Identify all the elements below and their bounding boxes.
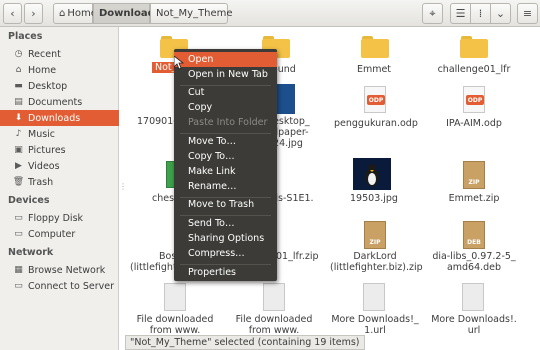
places-heading: Places bbox=[8, 31, 43, 42]
sidebar-item-computer[interactable]: ▭ Computer bbox=[0, 226, 119, 242]
menu-button[interactable]: ≡ bbox=[517, 3, 538, 24]
file-label[interactable]: File downloaded from www. bbox=[135, 314, 215, 336]
file-label[interactable]: DarkLord (littlefighter.biz).zip bbox=[330, 251, 423, 273]
folder-icon: ▬ bbox=[14, 81, 23, 91]
list-icon: ☰ bbox=[455, 7, 466, 20]
file-label[interactable]: IPA-AIM.odp bbox=[434, 118, 514, 129]
network-icon: ▦ bbox=[14, 265, 23, 275]
clock-icon: ◷ bbox=[14, 49, 23, 59]
file-label[interactable]: penggukuran.odp bbox=[334, 118, 418, 129]
file-label[interactable]: 19503.jpg bbox=[334, 193, 414, 204]
menu-item-make-link[interactable]: Make Link bbox=[174, 164, 277, 179]
forward-button[interactable]: › bbox=[24, 3, 43, 24]
menu-item-paste-into-folder[interactable]: Paste Into Folder bbox=[174, 115, 277, 130]
sidebar-item-music[interactable]: ♪ Music bbox=[0, 126, 119, 142]
menu-item-compress[interactable]: Compress… bbox=[174, 246, 277, 261]
menu-item-move-to[interactable]: Move To… bbox=[174, 134, 277, 149]
sidebar-item-downloads[interactable]: ⬇ Downloads bbox=[0, 110, 119, 126]
menu-item-copy-to[interactable]: Copy To… bbox=[174, 149, 277, 164]
file-label[interactable]: Bos (littlefight bbox=[125, 251, 179, 273]
menu-item-move-to-trash[interactable]: Move to Trash bbox=[174, 197, 277, 212]
computer-icon: ▭ bbox=[14, 229, 23, 239]
sidebar-item-home[interactable]: ⌂ Home bbox=[0, 62, 119, 78]
file-label[interactable]: dia-libs_0.97.2-5_ amd64.deb bbox=[429, 251, 519, 273]
generic-file-icon[interactable] bbox=[263, 283, 285, 311]
list-view-button[interactable]: ☰ bbox=[450, 3, 471, 24]
folder-icon[interactable] bbox=[361, 36, 389, 58]
menu-item-open-in-new-tab[interactable]: Open in New Tab bbox=[174, 67, 277, 82]
server-icon: ▭ bbox=[14, 281, 23, 291]
grid-view-button[interactable]: ⁞ bbox=[470, 3, 491, 24]
menu-item-send-to[interactable]: Send To… bbox=[174, 216, 277, 231]
archive-file-icon[interactable]: ZIP bbox=[364, 221, 386, 249]
hamburger-icon: ≡ bbox=[522, 7, 533, 20]
generic-file-icon[interactable] bbox=[363, 283, 385, 311]
file-label[interactable]: More Downloads!_ 1.url bbox=[330, 314, 420, 336]
image-thumbnail-icon[interactable] bbox=[353, 158, 391, 190]
crosshair-icon: ⌖ bbox=[429, 6, 436, 20]
sidebar-item-connect-to-server[interactable]: ▭ Connect to Server bbox=[0, 278, 119, 294]
menu-item-open[interactable]: Open bbox=[174, 52, 277, 67]
file-label[interactable]: 01_lfr.zip bbox=[276, 251, 326, 262]
file-label[interactable]: Emmet bbox=[334, 64, 414, 75]
home-icon: ⌂ bbox=[15, 65, 22, 75]
file-label[interactable]: ds-S1E1. bbox=[272, 193, 317, 204]
sidebar-item-documents[interactable]: ▤ Documents bbox=[0, 94, 119, 110]
package-file-icon[interactable]: DEB bbox=[463, 221, 485, 249]
penguin-thumbnail-icon bbox=[353, 158, 391, 190]
file-label[interactable]: challenge01_lfr bbox=[434, 64, 514, 75]
video-icon: ▶ bbox=[15, 161, 22, 171]
breadcrumb-not-my-theme[interactable]: Not_My_Theme bbox=[150, 3, 233, 24]
file-label[interactable]: File downloaded from www. bbox=[234, 314, 314, 336]
devices-heading: Devices bbox=[8, 195, 50, 206]
menu-item-rename[interactable]: Rename… bbox=[174, 179, 277, 194]
file-label[interactable]: More Downloads!. url bbox=[429, 314, 519, 336]
home-icon: ⌂ bbox=[59, 8, 66, 19]
status-bar: "Not_My_Theme" selected (containing 19 i… bbox=[125, 335, 365, 350]
chevron-left-icon: ‹ bbox=[10, 7, 15, 20]
generic-file-icon[interactable] bbox=[462, 283, 484, 311]
toolbar: ‹ › ⌂ Home Downloads Not_My_Theme ⌖ ☰ ⁞ ⌄… bbox=[0, 0, 540, 27]
file-label[interactable]: 170901- bbox=[125, 116, 177, 127]
sidebar-item-desktop[interactable]: ▬ Desktop bbox=[0, 78, 119, 94]
location-button[interactable]: ⌖ bbox=[422, 3, 443, 24]
menu-item-sharing-options[interactable]: Sharing Options bbox=[174, 231, 277, 246]
folder-icon[interactable] bbox=[460, 36, 488, 58]
menu-item-cut[interactable]: Cut bbox=[174, 85, 277, 100]
presentation-file-icon[interactable]: ODP bbox=[463, 86, 485, 113]
generic-file-icon[interactable] bbox=[164, 283, 186, 311]
breadcrumb-downloads[interactable]: Downloads bbox=[93, 3, 161, 24]
sidebar-item-browse-network[interactable]: ▦ Browse Network bbox=[0, 262, 119, 278]
trash-icon: 🗑 bbox=[12, 177, 25, 187]
sidebar-item-recent[interactable]: ◷ Recent bbox=[0, 46, 119, 62]
back-button[interactable]: ‹ bbox=[3, 3, 22, 24]
view-options-button[interactable]: ⌄ bbox=[490, 3, 511, 24]
archive-file-icon[interactable]: ZIP bbox=[463, 161, 485, 189]
sidebar-item-floppy-disk[interactable]: ▭ Floppy Disk bbox=[0, 210, 119, 226]
presentation-file-icon[interactable]: ODP bbox=[364, 86, 386, 113]
file-label[interactable]: Emmet.zip bbox=[434, 193, 514, 204]
floppy-icon: ▭ bbox=[14, 213, 23, 223]
sidebar-item-trash[interactable]: 🗑 Trash bbox=[0, 174, 119, 190]
sidebar-item-pictures[interactable]: ▣ Pictures bbox=[0, 142, 119, 158]
mouse-cursor-icon bbox=[174, 56, 184, 70]
grid-icon: ⁞ bbox=[478, 7, 483, 20]
sidebar: Places ◷ Recent ⌂ Home ▬ Desktop ▤ Documents… bbox=[0, 27, 119, 350]
menu-item-properties[interactable]: Properties bbox=[174, 265, 277, 280]
sidebar-item-videos[interactable]: ▶ Videos bbox=[0, 158, 119, 174]
download-icon: ⬇ bbox=[14, 113, 23, 123]
document-icon: ▤ bbox=[14, 97, 23, 107]
menu-item-copy[interactable]: Copy bbox=[174, 100, 277, 115]
file-label[interactable]: ches bbox=[125, 193, 177, 204]
picture-icon: ▣ bbox=[14, 145, 23, 155]
chevron-down-icon: ⌄ bbox=[495, 7, 506, 20]
music-icon: ♪ bbox=[15, 129, 22, 139]
network-heading: Network bbox=[8, 247, 54, 258]
breadcrumb-home[interactable]: ⌂ Home bbox=[53, 3, 97, 24]
chevron-right-icon: › bbox=[31, 7, 36, 20]
context-menu: Open Open in New Tab Cut Copy Paste Into… bbox=[174, 49, 277, 281]
